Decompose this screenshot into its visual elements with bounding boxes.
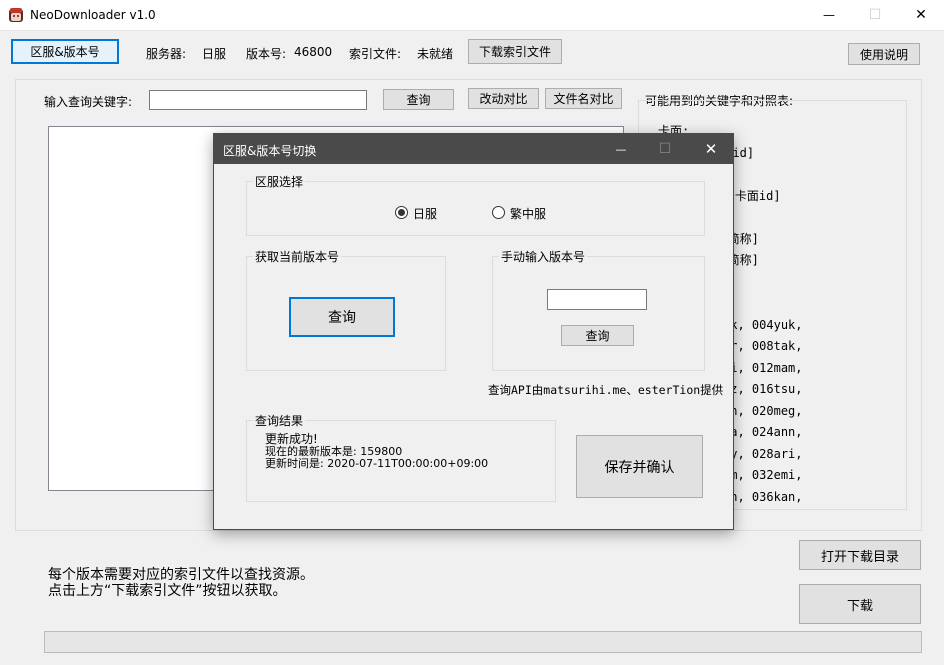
version-label: 版本号: — [246, 47, 287, 61]
radio-tw[interactable] — [492, 206, 505, 219]
dialog-minimize-button[interactable]: — — [598, 134, 644, 164]
region-version-button[interactable]: 区服&版本号 — [11, 39, 119, 64]
region-dialog: 区服&版本号切换 — ☐ ✕ 区服选择 日服 繁中服 获取当前版本号 查询 手动… — [213, 133, 734, 530]
server-label: 服务器: — [146, 47, 187, 61]
dialog-close-button[interactable]: ✕ — [688, 134, 734, 164]
download-index-button[interactable]: 下载索引文件 — [468, 39, 562, 64]
result-group-title: 查询结果 — [253, 412, 306, 429]
region-group: 区服选择 日服 繁中服 — [246, 173, 705, 236]
index-status: 未就绪 — [417, 47, 454, 61]
result-group: 查询结果 更新成功! 现在的最新版本是: 159800 更新时间是: 2020-… — [246, 412, 556, 502]
minimize-button[interactable]: — — [806, 0, 852, 30]
manual-version-input[interactable] — [547, 289, 647, 310]
current-version-group: 获取当前版本号 查询 — [246, 248, 446, 371]
current-version-group-title: 获取当前版本号 — [253, 248, 342, 265]
manual-version-group-title: 手动输入版本号 — [499, 248, 588, 265]
region-group-title: 区服选择 — [253, 173, 306, 190]
close-button[interactable]: ✕ — [898, 0, 944, 30]
maximize-button[interactable]: ☐ — [852, 0, 898, 30]
open-download-dir-button[interactable]: 打开下载目录 — [799, 540, 921, 570]
server-value: 日服 — [202, 47, 227, 61]
filename-diff-button[interactable]: 文件名对比 — [545, 88, 622, 109]
progress-bar — [44, 631, 922, 653]
title-bar: NeoDownloader v1.0 — ☐ ✕ — [0, 0, 944, 31]
radio-tw-label[interactable]: 繁中服 — [510, 205, 546, 222]
search-input[interactable] — [149, 90, 367, 110]
download-button[interactable]: 下载 — [799, 584, 921, 624]
app-icon — [8, 7, 24, 23]
radio-jp-label[interactable]: 日服 — [413, 205, 437, 222]
hint-line-2: 点击上方“下载索引文件”按钮以获取。 — [48, 583, 287, 599]
query-button[interactable]: 查询 — [383, 89, 454, 110]
window-title: NeoDownloader v1.0 — [30, 8, 156, 22]
radio-jp[interactable] — [395, 206, 408, 219]
save-confirm-button[interactable]: 保存并确认 — [576, 435, 703, 498]
manual-version-group: 手动输入版本号 查询 — [492, 248, 705, 371]
dialog-title: 区服&版本号切换 — [223, 144, 317, 158]
result-line-3: 更新时间是: 2020-07-11T00:00:00+09:00 — [265, 457, 489, 470]
version-value: 46800 — [294, 45, 333, 59]
help-button[interactable]: 使用说明 — [848, 43, 920, 65]
api-credit: 查询API由matsurihi.me、esterTion提供 — [488, 383, 724, 397]
diff-button[interactable]: 改动对比 — [468, 88, 539, 109]
result-line-1: 更新成功! — [265, 432, 318, 446]
index-label: 索引文件: — [349, 47, 402, 61]
dialog-title-bar: 区服&版本号切换 — ☐ ✕ — [214, 134, 733, 164]
manual-version-query-button[interactable]: 查询 — [561, 325, 634, 346]
current-version-query-button[interactable]: 查询 — [289, 297, 395, 337]
dialog-maximize-button[interactable]: ☐ — [642, 134, 688, 164]
search-label: 输入查询关键字: — [44, 95, 133, 109]
